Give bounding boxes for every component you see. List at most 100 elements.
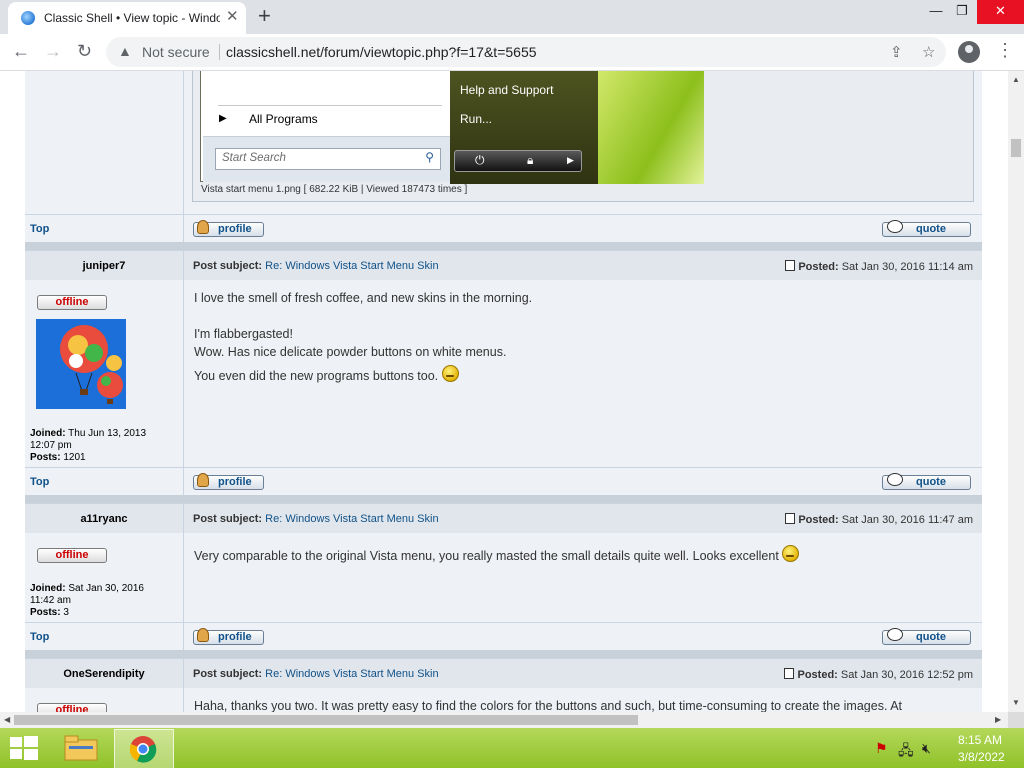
post-2-footer-right <box>184 622 982 651</box>
post-divider <box>25 495 982 503</box>
profile-avatar-icon[interactable] <box>958 41 980 63</box>
top-link[interactable]: Top <box>30 476 49 488</box>
bookmark-star-icon[interactable]: ☆ <box>922 43 935 61</box>
clock-time[interactable]: 8:15 AM <box>958 733 1002 747</box>
post-subject-link[interactable]: Re: Windows Vista Start Menu Skin <box>265 668 438 680</box>
quote-button[interactable]: quote <box>882 473 971 490</box>
prev-post-footer-right <box>184 214 982 243</box>
speaker-muted-icon[interactable]: 🔇︎ <box>922 740 931 757</box>
power-icon: ⏻ <box>475 153 485 167</box>
post-subject-link[interactable]: Re: Windows Vista Start Menu Skin <box>265 260 438 272</box>
forward-arrow-icon[interactable]: → <box>44 40 62 62</box>
scroll-right-icon[interactable]: ▶ <box>995 715 1001 724</box>
speech-bubble-icon <box>887 473 903 486</box>
post-author[interactable]: juniper7 <box>25 260 183 272</box>
search-area: Start Search ⚲ <box>203 136 451 182</box>
magnifier-icon: ⚲ <box>425 150 434 164</box>
post-date: Posted: Sat Jan 30, 2016 11:14 am <box>785 260 973 273</box>
run-label: Run... <box>460 112 493 126</box>
chrome-icon <box>129 736 157 763</box>
maximize-button[interactable]: ❐ <box>944 0 980 24</box>
all-programs-label: All Programs <box>249 112 318 126</box>
folder-icon <box>64 735 98 761</box>
tab-title: Classic Shell • View topic - Windows Vis… <box>44 11 220 25</box>
close-window-button[interactable]: ✕ <box>977 0 1024 24</box>
post-divider <box>25 650 982 658</box>
address-bar[interactable]: ▲ Not secure classicshell.net/forum/view… <box>106 37 946 67</box>
post-author[interactable]: a11ryanc <box>25 513 183 525</box>
network-icon[interactable]: 🖧︎ <box>898 740 914 764</box>
post-subject: Post subject: Re: Windows Vista Start Me… <box>193 260 439 272</box>
lock-icon: 🔒︎ <box>527 153 534 167</box>
post-line: I'm flabbergasted! <box>194 327 293 341</box>
user-icon <box>197 220 209 234</box>
chrome-taskbar-button[interactable] <box>114 729 174 768</box>
arrow-right-icon: ▶ <box>219 113 227 124</box>
vista-wallpaper <box>598 71 704 184</box>
back-arrow-icon[interactable]: ← <box>12 40 30 62</box>
offline-badge: offline <box>37 703 107 712</box>
post-divider <box>25 242 982 250</box>
globe-favicon-icon <box>21 11 35 25</box>
post-icon[interactable] <box>784 668 795 679</box>
user-icon <box>197 473 209 487</box>
flag-icon[interactable]: ⚑ <box>875 740 888 757</box>
browser-menu-icon[interactable]: ⋮ <box>996 40 1014 61</box>
start-search-placeholder: Start Search <box>222 152 286 164</box>
quote-button[interactable]: quote <box>882 628 971 645</box>
post-line: Haha, thanks you two. It was pretty easy… <box>194 699 903 712</box>
post-line: You even did the new programs buttons to… <box>194 369 439 383</box>
help-support-label: Help and Support <box>460 83 554 97</box>
scroll-up-icon[interactable]: ▲ <box>1012 75 1020 84</box>
profile-button[interactable]: profile <box>193 628 264 645</box>
menu-separator <box>218 105 442 106</box>
clock-date[interactable]: 3/8/2022 <box>958 750 1005 764</box>
scrollbar-corner <box>1008 712 1024 728</box>
tab-active[interactable]: Classic Shell • View topic - Windows Vis… <box>8 2 246 34</box>
security-indicator[interactable]: Not secure <box>142 44 210 60</box>
user-icon <box>197 628 209 642</box>
post-subject-link[interactable]: Re: Windows Vista Start Menu Skin <box>265 513 438 525</box>
user-info: Joined: Thu Jun 13, 2013 12:07 pm Posts:… <box>30 428 147 463</box>
post-content: Very comparable to the original Vista me… <box>194 545 800 565</box>
horizontal-scroll-thumb[interactable] <box>14 715 638 725</box>
windows-start-icon[interactable] <box>10 736 38 760</box>
power-buttons: ⏻ 🔒︎ ▶ <box>454 150 582 172</box>
speech-bubble-icon <box>887 220 903 233</box>
profile-button[interactable]: profile <box>193 473 264 490</box>
vista-menu-left-pane: ▶ All Programs Start Search ⚲ <box>200 71 452 182</box>
vertical-scroll-thumb[interactable] <box>1011 139 1021 157</box>
post-author[interactable]: OneSerendipity <box>25 668 183 680</box>
url-text[interactable]: classicshell.net/forum/viewtopic.php?f=1… <box>226 44 537 60</box>
balloons-avatar <box>36 319 126 409</box>
user-info: Joined: Sat Jan 30, 2016 11:42 am Posts:… <box>30 583 144 618</box>
horizontal-scrollbar[interactable]: ◀ ▶ <box>0 712 1008 728</box>
top-link[interactable]: Top <box>30 223 49 235</box>
file-explorer-taskbar-button[interactable] <box>56 730 106 766</box>
post-subject: Post subject: Re: Windows Vista Start Me… <box>193 513 439 525</box>
attachment-image[interactable]: ▶ All Programs Start Search ⚲ Help and S… <box>198 71 704 184</box>
offline-badge: offline <box>37 548 107 563</box>
reload-icon[interactable]: ↻ <box>77 40 92 62</box>
forum-topic: ▶ All Programs Start Search ⚲ Help and S… <box>25 71 982 712</box>
post-icon[interactable] <box>785 260 796 271</box>
top-link[interactable]: Top <box>30 631 49 643</box>
tab-close-icon[interactable]: ✕ <box>226 9 239 25</box>
scroll-left-icon[interactable]: ◀ <box>4 715 10 724</box>
post-icon[interactable] <box>785 513 796 524</box>
share-icon[interactable]: ⇪ <box>890 43 903 61</box>
scroll-down-icon[interactable]: ▼ <box>1012 698 1020 707</box>
page-viewport: ▶ All Programs Start Search ⚲ Help and S… <box>0 71 1008 712</box>
new-tab-button[interactable]: + <box>258 4 271 28</box>
quote-button[interactable]: quote <box>882 220 971 237</box>
warning-icon[interactable]: ▲ <box>118 43 132 59</box>
start-search-box: Start Search ⚲ <box>215 148 441 170</box>
vertical-scrollbar[interactable]: ▲ ▼ <box>1008 71 1024 712</box>
taskbar: ⚑ 🖧︎ 🔇︎ 8:15 AM 3/8/2022 <box>0 728 1024 768</box>
profile-button[interactable]: profile <box>193 220 264 237</box>
post-1-footer-right <box>184 467 982 496</box>
attachment-caption: Vista start menu 1.png [ 682.22 KiB | Vi… <box>201 184 468 195</box>
smiley-icon <box>782 545 800 562</box>
tab-strip: Classic Shell • View topic - Windows Vis… <box>0 0 1024 34</box>
post-line: Very comparable to the original Vista me… <box>194 549 779 563</box>
